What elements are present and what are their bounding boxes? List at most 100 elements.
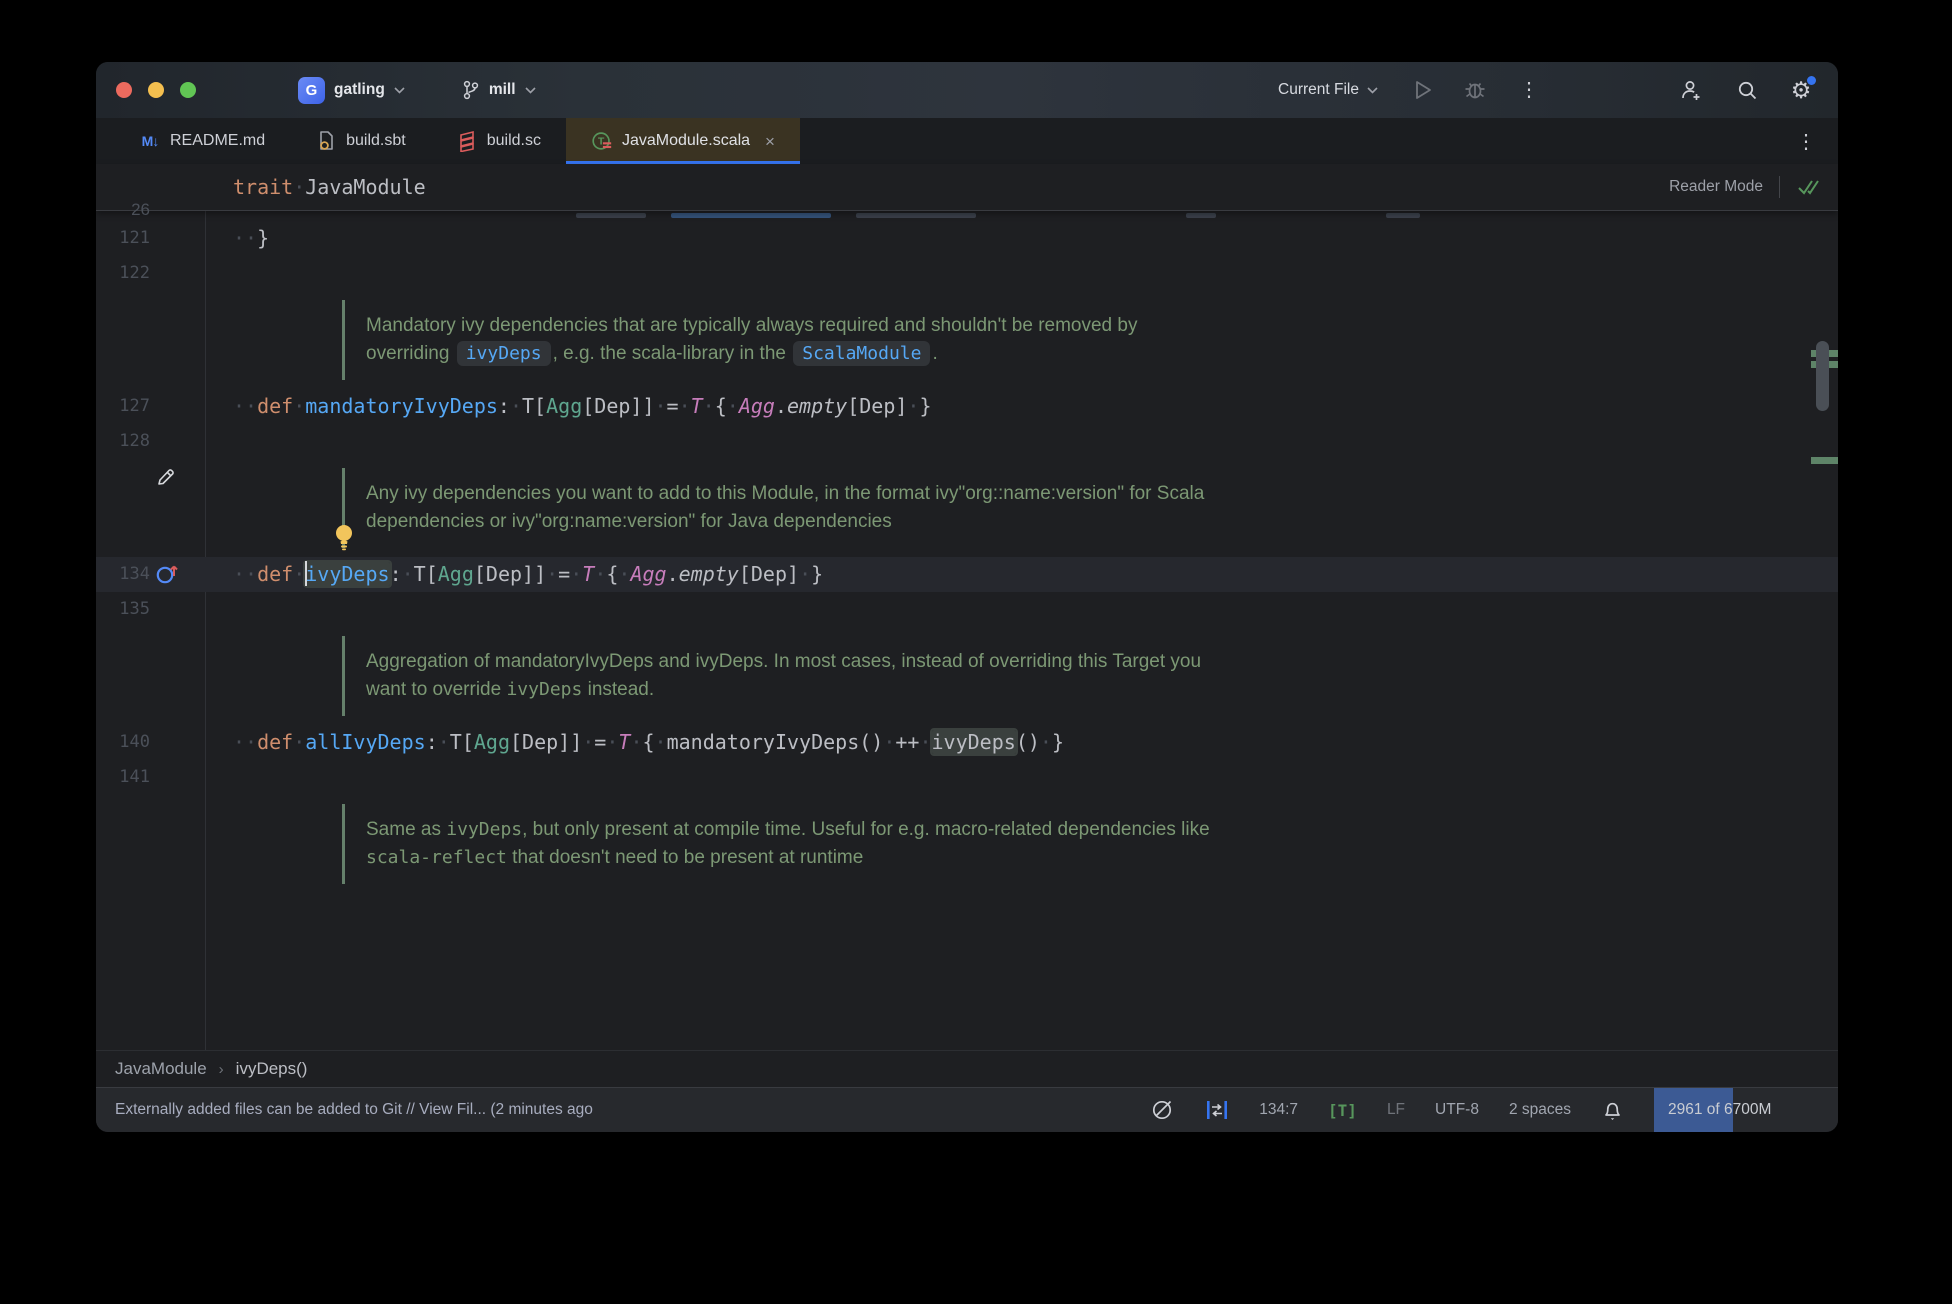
doc-comment-line: want to override ivyDeps instead.: [366, 676, 1201, 704]
run-configuration-selector[interactable]: Current File: [1278, 81, 1378, 99]
zoom-window-button[interactable]: [180, 82, 196, 98]
add-user-button[interactable]: [1676, 75, 1706, 105]
blank-line[interactable]: 128: [96, 424, 1838, 459]
code-token: [Dep]: [847, 394, 907, 418]
code-text: ··def·allIvyDeps:·T[Agg[Dep]]·=·T·{·mand…: [205, 725, 1064, 760]
debug-button[interactable]: [1460, 75, 1490, 105]
code-text: ··def·mandatoryIvyDeps:·T[Agg[Dep]]·=·T·…: [205, 389, 932, 424]
column-sync-icon[interactable]: [1205, 1098, 1229, 1122]
search-everywhere-button[interactable]: [1732, 75, 1762, 105]
doc-comment-line: Mandatory ivy dependencies that are typi…: [366, 312, 1137, 340]
code-token: ·: [570, 562, 582, 586]
code-editor[interactable]: 121··}122Mandatory ivy dependencies that…: [96, 211, 1838, 1050]
doc-code-link[interactable]: ivyDeps: [457, 341, 551, 366]
doc-text: instead.: [582, 679, 654, 700]
doc-text: .: [932, 343, 937, 364]
memory-usage-text: 2961 of 6700M: [1668, 1101, 1771, 1119]
line-ending-indicator[interactable]: LF: [1387, 1101, 1405, 1119]
line-number[interactable]: 141: [119, 760, 150, 795]
code-token: ·: [293, 562, 305, 586]
line-number[interactable]: 128: [119, 424, 150, 459]
code-token: Agg: [739, 394, 775, 418]
notifications-bell-icon[interactable]: [1601, 1098, 1624, 1122]
text-caret: [305, 561, 307, 586]
editor-tab-build-sbt[interactable]: build.sbt: [290, 118, 431, 164]
indent-indicator[interactable]: 2 spaces: [1509, 1101, 1571, 1119]
editor-gutter[interactable]: [96, 291, 205, 389]
code-token: empty: [787, 394, 847, 418]
encoding-indicator[interactable]: UTF-8: [1435, 1101, 1479, 1119]
editor-tab-build-sc[interactable]: build.sc: [431, 118, 566, 164]
vcs-branch-widget[interactable]: mill: [461, 80, 536, 100]
search-icon: [1736, 79, 1759, 102]
pencil-icon: [154, 465, 178, 489]
doc-code-link[interactable]: ScalaModule: [793, 341, 930, 366]
code-token: {: [606, 562, 618, 586]
code-line[interactable]: 127··def·mandatoryIvyDeps:·T[Agg[Dep]]·=…: [96, 389, 1838, 424]
tab-label: JavaModule.scala: [622, 132, 750, 150]
chevron-down-icon: [1367, 87, 1378, 94]
doc-comment-line: Same as ivyDeps, but only present at com…: [366, 816, 1210, 844]
editor-gutter[interactable]: 134: [96, 557, 205, 592]
line-number[interactable]: 26: [131, 187, 150, 233]
breadcrumb-item[interactable]: JavaModule: [115, 1059, 207, 1079]
tab-options-button[interactable]: ⋮: [1774, 118, 1838, 164]
editor-tab-readme-md[interactable]: M↓README.md: [114, 118, 290, 164]
traffic-lights: [116, 82, 196, 98]
editor-gutter[interactable]: 127: [96, 389, 205, 424]
editor-gutter[interactable]: 121: [96, 221, 205, 256]
code-token: [Dep]]: [510, 730, 582, 754]
highlighting-level-icon[interactable]: [1149, 1097, 1175, 1123]
editor-gutter[interactable]: 128: [96, 424, 205, 459]
scala-build-icon: [459, 130, 475, 152]
editor-gutter[interactable]: 141: [96, 760, 205, 795]
line-number[interactable]: 140: [119, 725, 150, 760]
close-tab-icon[interactable]: ×: [765, 133, 775, 150]
editor-gutter[interactable]: 135: [96, 592, 205, 627]
code-token: def: [257, 562, 293, 586]
close-window-button[interactable]: [116, 82, 132, 98]
doc-comment-row: Aggregation of mandatoryIvyDeps and ivyD…: [96, 627, 1838, 725]
code-line[interactable]: 134··def·ivyDeps:·T[Agg[Dep]]·=·T·{·Agg.…: [96, 557, 1838, 592]
line-number[interactable]: 127: [119, 389, 150, 424]
sticky-declaration-line[interactable]: 26 trait·JavaModule Reader Mode: [96, 164, 1838, 211]
code-line[interactable]: 140··def·allIvyDeps:·T[Agg[Dep]]·=·T·{·m…: [96, 725, 1838, 760]
doc-comment-line: dependencies or ivy"org:name:version" fo…: [366, 508, 1204, 536]
breadcrumb-item[interactable]: ivyDeps(): [236, 1059, 308, 1079]
editor-gutter[interactable]: 122: [96, 256, 205, 291]
editor-gutter[interactable]: [96, 795, 205, 893]
project-widget[interactable]: G gatling: [298, 77, 405, 104]
status-message[interactable]: Externally added files can be added to G…: [115, 1101, 593, 1119]
reader-mode-label[interactable]: Reader Mode: [1669, 178, 1763, 196]
code-token: ·: [606, 730, 618, 754]
editor-gutter[interactable]: [96, 459, 205, 557]
doc-text: , but only present at compile time. Usef…: [522, 819, 1210, 840]
scrollbar-thumb[interactable]: [1816, 341, 1829, 411]
code-token: ·: [402, 562, 414, 586]
editor-gutter[interactable]: [96, 627, 205, 725]
settings-button[interactable]: ⚙: [1786, 75, 1816, 105]
intention-bulb-icon[interactable]: [331, 522, 357, 552]
code-token: T[: [414, 562, 438, 586]
caret-position[interactable]: 134:7: [1259, 1101, 1298, 1119]
minimize-window-button[interactable]: [148, 82, 164, 98]
doc-comment-line: scala-reflect that doesn't need to be pr…: [366, 844, 1210, 872]
inspections-ok-icon[interactable]: [1796, 176, 1822, 198]
run-button[interactable]: [1408, 75, 1438, 105]
override-gutter-icon[interactable]: [154, 562, 181, 587]
blank-line[interactable]: 135: [96, 592, 1838, 627]
line-number[interactable]: 134: [119, 557, 150, 592]
code-token: mandatoryIvyDeps: [305, 394, 498, 418]
blank-line[interactable]: 122: [96, 256, 1838, 291]
editor-tab-bar: M↓README.mdbuild.sbtbuild.scTJavaModule.…: [96, 118, 1838, 164]
line-number[interactable]: 122: [119, 256, 150, 291]
blank-line[interactable]: 141: [96, 760, 1838, 795]
editor-gutter[interactable]: 140: [96, 725, 205, 760]
type-aware-highlighting-indicator[interactable]: [T]: [1328, 1101, 1357, 1120]
line-number[interactable]: 135: [119, 592, 150, 627]
more-actions-button[interactable]: ⋮: [1514, 75, 1544, 105]
code-token: }: [257, 226, 269, 250]
code-line[interactable]: 121··}: [96, 221, 1838, 256]
editor-tab-javamodule-scala[interactable]: TJavaModule.scala×: [566, 118, 800, 164]
memory-indicator[interactable]: 2961 of 6700M: [1654, 1088, 1838, 1132]
